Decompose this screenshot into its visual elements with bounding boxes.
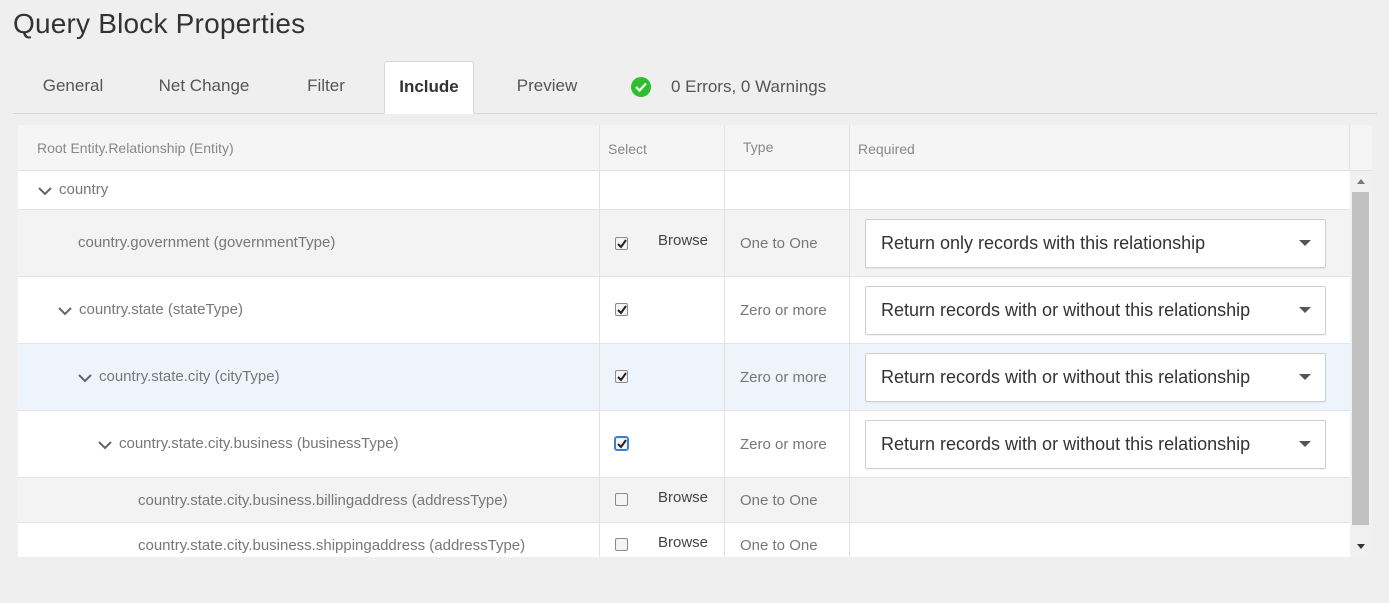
chevron-down-icon[interactable] bbox=[37, 184, 53, 196]
type-value: Zero or more bbox=[740, 369, 827, 386]
tab-include[interactable]: Include bbox=[384, 61, 474, 114]
status-text: 0 Errors, 0 Warnings bbox=[671, 77, 827, 96]
row-name: country bbox=[37, 181, 108, 198]
select-checkbox[interactable] bbox=[615, 237, 628, 250]
tab-net-change[interactable]: Net Change bbox=[143, 61, 265, 113]
required-dropdown[interactable]: Return records with or without this rela… bbox=[865, 353, 1326, 402]
select-checkbox[interactable] bbox=[615, 303, 628, 316]
select-checkbox[interactable] bbox=[615, 538, 628, 551]
row-label: country.state.city (cityType) bbox=[99, 368, 280, 385]
row-label: country.state (stateType) bbox=[79, 301, 243, 318]
browse-link[interactable]: Browse bbox=[658, 489, 708, 506]
table-row[interactable]: country.state.city.business.shippingaddr… bbox=[18, 523, 1350, 557]
tab-filter[interactable]: Filter bbox=[285, 61, 367, 113]
check-circle-icon bbox=[631, 77, 651, 97]
column-divider bbox=[1349, 125, 1350, 171]
table-row[interactable]: country.state.city (cityType) Zero or mo… bbox=[18, 344, 1350, 411]
row-label: country.government (governmentType) bbox=[78, 234, 336, 251]
tab-preview[interactable]: Preview bbox=[501, 61, 593, 113]
select-checkbox[interactable] bbox=[615, 370, 628, 383]
row-label: country.state.city.business.shippingaddr… bbox=[138, 537, 526, 554]
type-value: Zero or more bbox=[740, 436, 827, 453]
row-label: country bbox=[59, 181, 109, 198]
dropdown-value: Return only records with this relationsh… bbox=[881, 233, 1206, 253]
type-value: One to One bbox=[740, 537, 818, 554]
relationship-grid: Root Entity.Relationship (Entity) Select… bbox=[18, 125, 1372, 557]
validation-status: 0 Errors, 0 Warnings bbox=[631, 61, 826, 113]
dropdown-value: Return records with or without this rela… bbox=[881, 434, 1251, 454]
row-name: country.state.city (cityType) bbox=[77, 368, 280, 385]
required-dropdown[interactable]: Return only records with this relationsh… bbox=[865, 219, 1326, 268]
table-row[interactable]: country.state (stateType) Zero or more R… bbox=[18, 277, 1350, 344]
select-checkbox[interactable] bbox=[614, 436, 629, 451]
type-value: One to One bbox=[740, 235, 818, 252]
column-header-type[interactable]: Type bbox=[743, 125, 773, 169]
column-divider bbox=[724, 125, 725, 557]
table-row[interactable]: country.government (governmentType) Brow… bbox=[18, 210, 1350, 277]
chevron-down-icon[interactable] bbox=[97, 438, 113, 450]
select-checkbox[interactable] bbox=[615, 493, 628, 506]
column-divider bbox=[599, 125, 600, 557]
dropdown-value: Return records with or without this rela… bbox=[881, 300, 1251, 320]
column-header-select[interactable]: Select bbox=[608, 126, 647, 171]
dropdown-caret-icon bbox=[1299, 374, 1311, 380]
vertical-scrollbar[interactable] bbox=[1350, 171, 1372, 557]
column-divider bbox=[849, 125, 850, 557]
browse-link[interactable]: Browse bbox=[658, 534, 708, 551]
type-value: One to One bbox=[740, 492, 818, 509]
row-label: country.state.city.business.billingaddre… bbox=[138, 492, 508, 509]
type-value: Zero or more bbox=[740, 302, 827, 319]
tab-general[interactable]: General bbox=[13, 61, 133, 113]
browse-link[interactable]: Browse bbox=[658, 232, 708, 249]
dropdown-caret-icon bbox=[1299, 441, 1311, 447]
grid-header: Root Entity.Relationship (Entity) Select… bbox=[18, 125, 1372, 171]
dropdown-caret-icon bbox=[1299, 240, 1311, 246]
row-name: country.state (stateType) bbox=[57, 301, 243, 318]
column-header-required[interactable]: Required bbox=[858, 126, 915, 171]
table-row[interactable]: country.state.city.business.billingaddre… bbox=[18, 478, 1350, 523]
tab-bar: General Net Change Filter Include Previe… bbox=[13, 61, 1377, 114]
required-dropdown[interactable]: Return records with or without this rela… bbox=[865, 286, 1326, 335]
scroll-up-icon[interactable] bbox=[1357, 179, 1365, 184]
chevron-down-icon[interactable] bbox=[77, 371, 93, 383]
scroll-down-icon[interactable] bbox=[1357, 544, 1365, 549]
scrollbar-thumb[interactable] bbox=[1352, 192, 1369, 525]
dropdown-value: Return records with or without this rela… bbox=[881, 367, 1251, 387]
row-label: country.state.city.business (businessTyp… bbox=[119, 435, 399, 452]
column-header-entity[interactable]: Root Entity.Relationship (Entity) bbox=[37, 125, 234, 170]
table-row[interactable]: country bbox=[18, 171, 1350, 210]
table-row[interactable]: country.state.city.business (businessTyp… bbox=[18, 411, 1350, 478]
page-title: Query Block Properties bbox=[13, 8, 306, 39]
dropdown-caret-icon bbox=[1299, 307, 1311, 313]
row-name: country.state.city.business (businessTyp… bbox=[97, 435, 399, 452]
chevron-down-icon[interactable] bbox=[57, 304, 73, 316]
required-dropdown[interactable]: Return records with or without this rela… bbox=[865, 420, 1326, 469]
